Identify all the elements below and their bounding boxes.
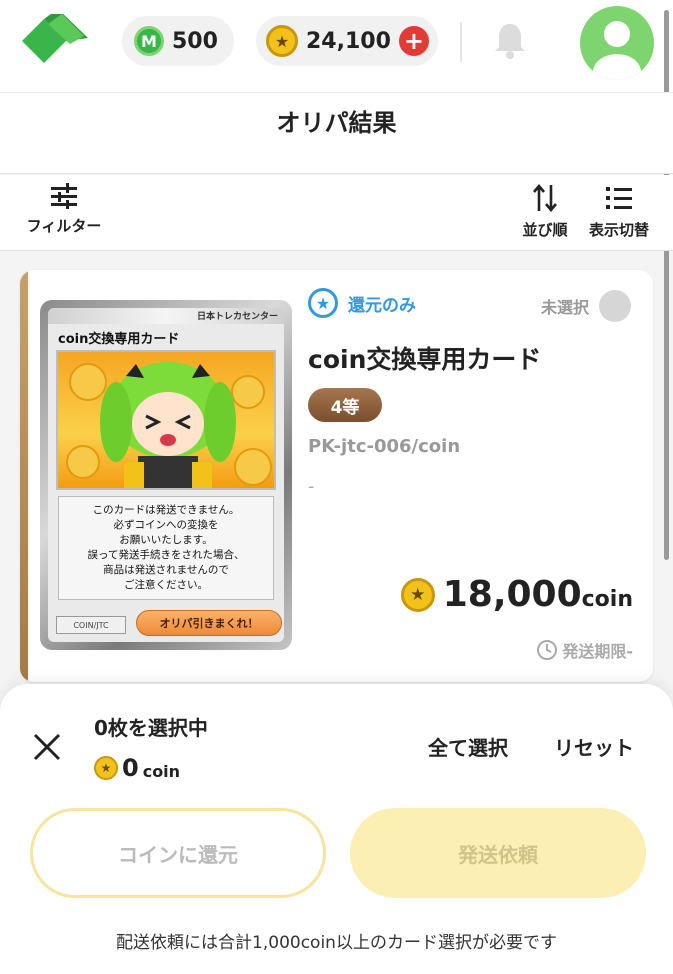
card-image-line: 誤って発送手続きをされた場合、 [87,549,245,561]
card-condition: - [308,476,315,497]
coin-balance-pill[interactable]: ★ 24,100 + [256,16,438,66]
card-image-banner: オリパ引きまくれ！ [136,610,282,636]
return-to-coin-button[interactable]: コインに還元 [30,808,326,898]
title-bar: オリパ結果 [0,92,673,174]
card-image-line: ご注意ください。 [124,579,208,591]
sort-arrows-icon [533,183,557,213]
rank-badge: 4等 [308,388,382,422]
selection-bottom-sheet: 0枚を選択中 ★ 0 coin 全て選択 リセット コインに還元 発送依頼 配送… [0,684,673,974]
card-price: ★ 18,000 coin [400,574,633,615]
top-header: M 500 ★ 24,100 + [0,0,673,560]
selected-coin-total: ★ 0 coin [94,754,180,782]
reset-button[interactable]: リセット [554,732,634,761]
coin-icon: ★ [94,756,118,780]
card-image-name: coin交換専用カード [58,332,180,347]
select-status-label: 未選択 [540,298,589,317]
select-all-button[interactable]: 全て選択 [428,732,508,761]
list-view-icon [606,187,632,209]
close-icon[interactable] [30,730,64,764]
view-toggle-label: 表示切替 [588,221,649,239]
card-image-code: COIN/JTC [56,616,126,634]
card-image-line: 必ずコインへの変換を [113,519,219,531]
card-rarity-accent [20,270,28,682]
shipping-notice: 配送依頼には合計1,000coin以上のカード選択が必要です [116,933,557,953]
coin-balance-value: 24,100 [306,28,391,54]
card-image-brand: 日本トレカセンター [196,312,278,322]
card-image[interactable]: 日本トレカセンター coin交換専用カード このカードは発送できません。 必ずコ… [40,300,292,650]
card-image-line: 商品は発送されませんので [103,564,229,576]
selected-coin-unit: coin [142,761,181,781]
select-checkbox[interactable] [599,290,631,322]
card-item[interactable]: 日本トレカセンター coin交換専用カード このカードは発送できません。 必ずコ… [20,270,653,682]
return-only-label: 還元のみ [348,295,416,316]
card-code: PK-jtc-006/coin [308,436,461,457]
view-toggle-button[interactable]: 表示切替 [582,183,656,240]
clock-icon [537,640,558,660]
anime-character-illustration [66,362,272,488]
price-unit: coin [581,587,633,612]
sort-button[interactable]: 並び順 [516,183,574,240]
card-image-line: お願いいたします。 [119,534,213,546]
page-title: オリパ結果 [276,109,397,137]
card-image-textbox: このカードは発送できません。 必ずコインへの変換を お願いいたします。 誤って発… [58,496,274,600]
coin-icon: ★ [266,25,298,57]
select-toggle[interactable]: 未選択 [541,290,631,322]
price-value: 18,000 [442,574,582,615]
filter-sliders-icon [51,183,77,209]
card-image-topbar: 日本トレカセンター [48,308,284,324]
selected-coin-value: 0 [122,754,139,782]
card-illustration [56,350,276,490]
filter-button[interactable]: フィルター [22,183,106,236]
card-image-line: このカードは発送できません。 [92,504,240,516]
toolbar: フィルター 並び順 表示切替 [0,175,673,251]
card-title: coin交換専用カード [308,345,542,374]
sort-label: 並び順 [522,221,568,239]
shipping-deadline-label: 発送期限- [562,642,633,661]
header-divider [460,22,462,62]
shipping-deadline: 発送期限- [536,638,633,662]
bell-icon[interactable] [492,20,528,60]
avatar[interactable] [580,6,654,80]
logo-icon[interactable] [22,14,88,68]
selected-count: 0枚を選択中 [94,716,208,740]
user-avatar-icon [593,21,641,80]
m-points-pill[interactable]: M 500 [122,16,234,66]
card-image-inner: 日本トレカセンター coin交換専用カード このカードは発送できません。 必ずコ… [48,308,284,642]
coin-icon: ★ [400,577,435,612]
filter-label: フィルター [26,217,102,235]
return-only-badge: ★ 還元のみ [308,288,416,318]
star-badge-icon: ★ [308,288,338,318]
ship-request-button[interactable]: 発送依頼 [350,808,646,898]
m-points-icon: M [134,26,164,56]
add-coins-button[interactable]: + [398,26,429,56]
m-points-value: 500 [172,28,218,54]
